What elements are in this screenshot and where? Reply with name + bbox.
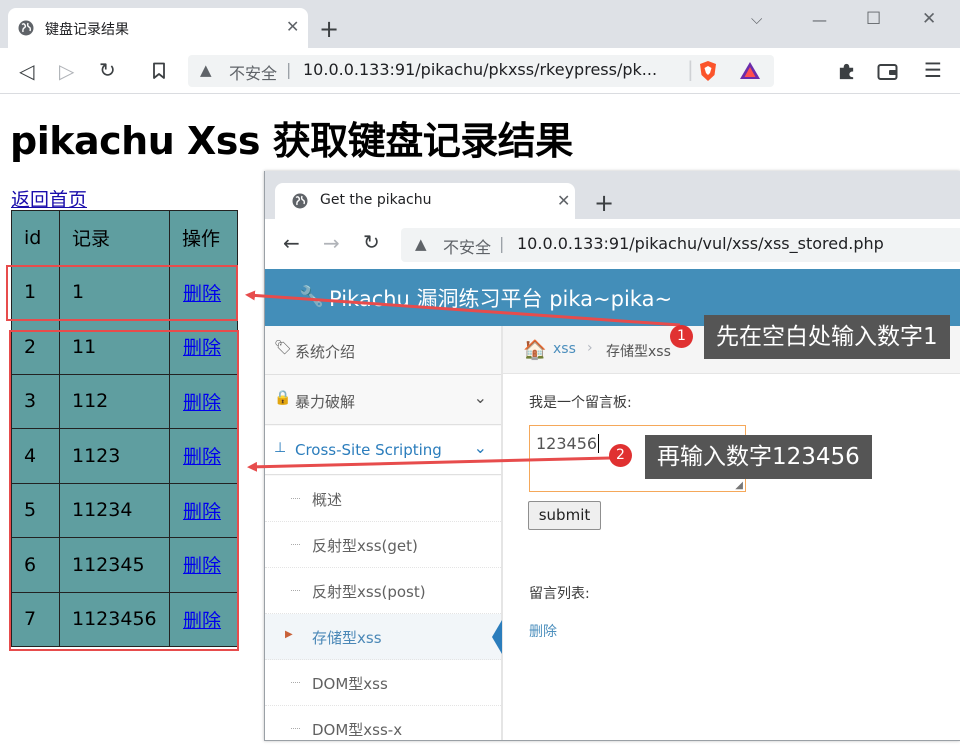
step1-callout: 先在空白处输入数字1 — [704, 315, 950, 359]
step2-callout: 再输入数字123456 — [645, 435, 872, 479]
annotation-arrows — [245, 290, 681, 472]
arrow-to-row1 — [245, 290, 681, 327]
arrow-to-rows — [247, 456, 611, 472]
step-badge-2: 2 — [609, 444, 632, 467]
step-badge-1: 1 — [670, 325, 693, 348]
